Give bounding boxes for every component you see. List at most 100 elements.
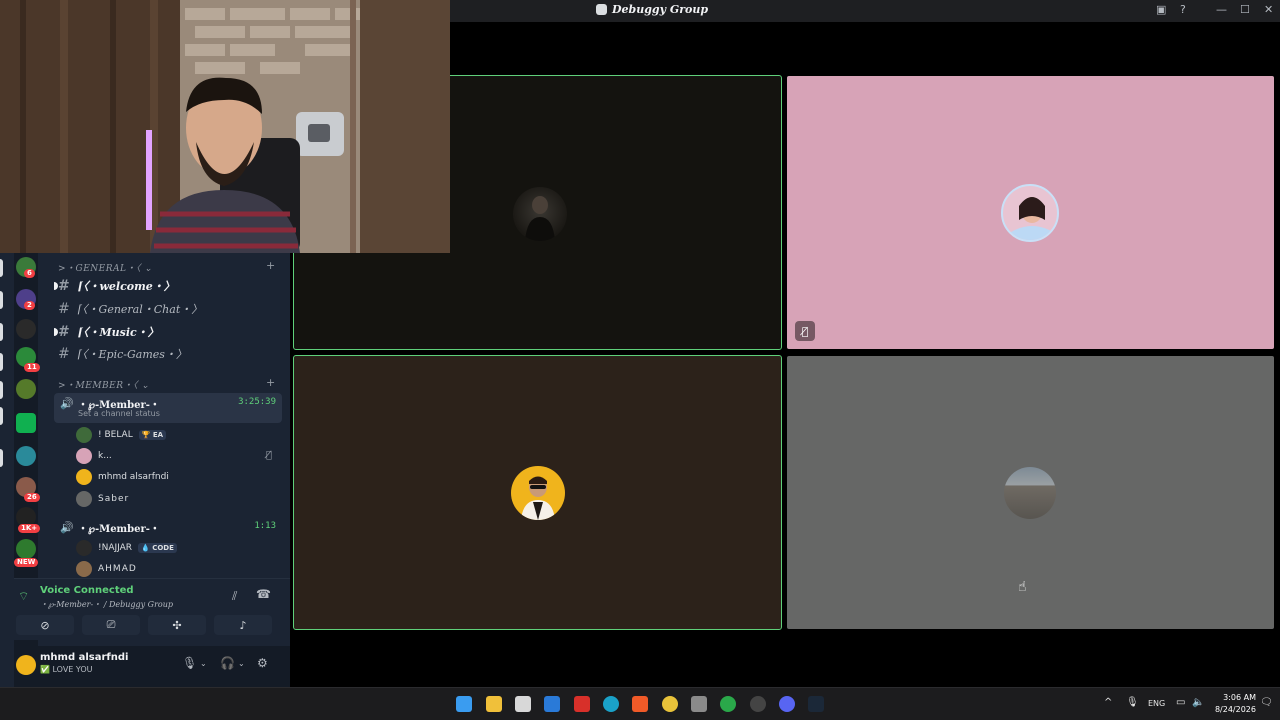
user-avatar — [1004, 467, 1056, 519]
camera-button[interactable]: ⊘ — [16, 615, 74, 635]
category-general[interactable]: >・GENERAL・〈 ⌄ — [58, 261, 152, 274]
chevron-down-icon[interactable]: ⌄ — [238, 659, 245, 668]
hash-icon: # — [58, 324, 70, 340]
app-icon[interactable] — [720, 696, 736, 712]
hash-icon: # — [58, 346, 70, 362]
screen-share-button[interactable]: ⎚ — [82, 615, 140, 635]
user-avatar — [1001, 184, 1059, 242]
deafened-icon: 🎙̸ — [266, 450, 273, 461]
system-clock[interactable]: 3:06 AM 8/24/2026 — [1208, 692, 1256, 716]
soundboard-icon: ♪ — [239, 618, 247, 632]
user-avatar — [513, 187, 567, 241]
voice-connected-label[interactable]: Voice Connected — [40, 585, 134, 596]
video-tile-4[interactable] — [787, 356, 1274, 629]
server-new-badge: NEW — [14, 558, 39, 567]
server-badge: 1K+ — [18, 524, 41, 533]
disconnect-icon[interactable]: ☎ — [256, 587, 271, 601]
store-icon[interactable] — [515, 696, 531, 712]
server-unread-pill — [0, 291, 3, 309]
channel-welcome[interactable]: # ⌈〈・welcome・〉 — [54, 278, 175, 294]
settings-gear-icon[interactable]: ⚙ — [257, 656, 268, 670]
speaker-icon: 🔊 — [60, 397, 74, 410]
discord-icon — [596, 4, 607, 15]
hash-icon: # — [58, 278, 70, 294]
close-button[interactable]: ✕ — [1264, 3, 1273, 16]
noise-suppression-icon[interactable]: ⫽ — [232, 589, 237, 604]
server-icon[interactable] — [16, 379, 36, 399]
avatar — [76, 448, 92, 464]
server-icon[interactable] — [16, 446, 36, 466]
microphone-icon[interactable]: 🎙 — [182, 656, 197, 670]
video-tile-2[interactable]: 🎙̸ — [787, 76, 1274, 349]
muted-icon: 🎙̸ — [795, 321, 815, 341]
language-indicator[interactable]: ENG — [1148, 699, 1165, 708]
server-icon[interactable] — [16, 413, 36, 433]
server-badge: 26 — [24, 493, 40, 502]
app-icon[interactable] — [750, 696, 766, 712]
voice-channel-member-1[interactable]: 🔊 ・℘-Member-・ 3:25:39 Set a channel stat… — [54, 393, 282, 423]
avatar — [76, 540, 92, 556]
user-avatar — [511, 466, 565, 520]
video-tile-3[interactable] — [293, 355, 782, 630]
channel-general-chat[interactable]: # ⌈〈・General・Chat・〉 — [58, 301, 202, 317]
activities-icon: ✣ — [172, 618, 182, 632]
headphones-icon[interactable]: 🎧 — [220, 656, 235, 670]
server-badge: 11 — [24, 363, 40, 372]
soundboard-button[interactable]: ♪ — [214, 615, 272, 635]
chevron-down-icon[interactable]: ⌄ — [200, 659, 207, 668]
windows-taskbar: ^ 🎙 ENG ▭ 🔈 3:06 AM 8/24/2026 🗨 — [0, 687, 1280, 720]
brave-icon[interactable] — [632, 696, 648, 712]
file-explorer-icon[interactable] — [486, 696, 502, 712]
tray-mic-icon[interactable]: 🎙 — [1126, 697, 1139, 708]
server-unread-pill — [0, 259, 3, 277]
avatar — [76, 427, 92, 443]
app-icon[interactable] — [544, 696, 560, 712]
add-channel-icon[interactable]: + — [266, 259, 275, 272]
voice-location[interactable]: ・℘-Member-・ / Debuggy Group — [40, 599, 173, 610]
discord-icon[interactable] — [779, 696, 795, 712]
edge-icon[interactable] — [603, 696, 619, 712]
voice-member[interactable]: ! BELAL 🏆 EA — [76, 426, 167, 444]
server-unread-pill — [0, 407, 3, 425]
server-badge: 2 — [24, 301, 35, 310]
user-panel: mhmd alsarfndi ✅ LOVE YOU 🎙 ⌄ 🎧 ⌄ ⚙ — [14, 646, 290, 687]
camera-icon[interactable] — [691, 696, 707, 712]
activities-button[interactable]: ✣ — [148, 615, 206, 635]
minimize-button[interactable]: — — [1216, 3, 1227, 16]
server-icon[interactable] — [16, 319, 36, 339]
user-avatar[interactable] — [16, 655, 36, 675]
server-unread-pill — [0, 353, 3, 371]
notification-icon[interactable]: 🗨 — [1260, 697, 1273, 708]
signal-icon[interactable]: ⌔ — [18, 589, 29, 604]
tray-chevron-icon[interactable]: ^ — [1104, 697, 1112, 708]
add-channel-icon[interactable]: + — [266, 376, 275, 389]
voice-member[interactable]: AHMAD — [76, 560, 137, 578]
hash-icon: # — [58, 301, 70, 317]
inbox-icon[interactable]: ▣ — [1156, 3, 1166, 16]
server-icon[interactable] — [16, 539, 36, 559]
voice-member[interactable]: !NAJJAR 💧 CODE — [76, 539, 177, 557]
voice-member[interactable]: Saber — [76, 490, 129, 508]
steam-icon[interactable] — [808, 696, 824, 712]
screen-share-icon: ⎚ — [106, 618, 116, 631]
help-icon[interactable]: ? — [1180, 3, 1186, 16]
network-icon[interactable]: ▭ — [1176, 697, 1185, 708]
maximize-button[interactable]: ☐ — [1240, 3, 1250, 16]
voice-connected-panel: ⌔ Voice Connected ・℘-Member-・ / Debuggy … — [14, 578, 290, 640]
chrome-icon[interactable] — [662, 696, 678, 712]
channel-epic-games[interactable]: # ⌈〈・Epic-Games・〉 — [58, 346, 187, 362]
start-icon[interactable] — [456, 696, 472, 712]
voice-member[interactable]: k... — [76, 447, 112, 465]
server-badge: 6 — [24, 269, 35, 278]
window-title: Debuggy Group — [596, 3, 708, 16]
voice-member[interactable]: mhmd alsarfndi — [76, 468, 169, 486]
hand-cursor-icon: ☝ — [1018, 579, 1027, 595]
volume-icon[interactable]: 🔈 — [1192, 697, 1204, 708]
voice-app-icon[interactable] — [574, 696, 590, 712]
channel-music[interactable]: # ⌈〈・Music・〉 — [54, 324, 159, 340]
user-name[interactable]: mhmd alsarfndi — [40, 652, 128, 663]
user-status[interactable]: ✅ LOVE YOU — [40, 665, 93, 674]
webcam-overlay — [0, 0, 450, 253]
category-member[interactable]: >・MEMBER・〈 ⌄ — [58, 378, 149, 391]
channel-status[interactable]: Set a channel status — [78, 409, 160, 418]
